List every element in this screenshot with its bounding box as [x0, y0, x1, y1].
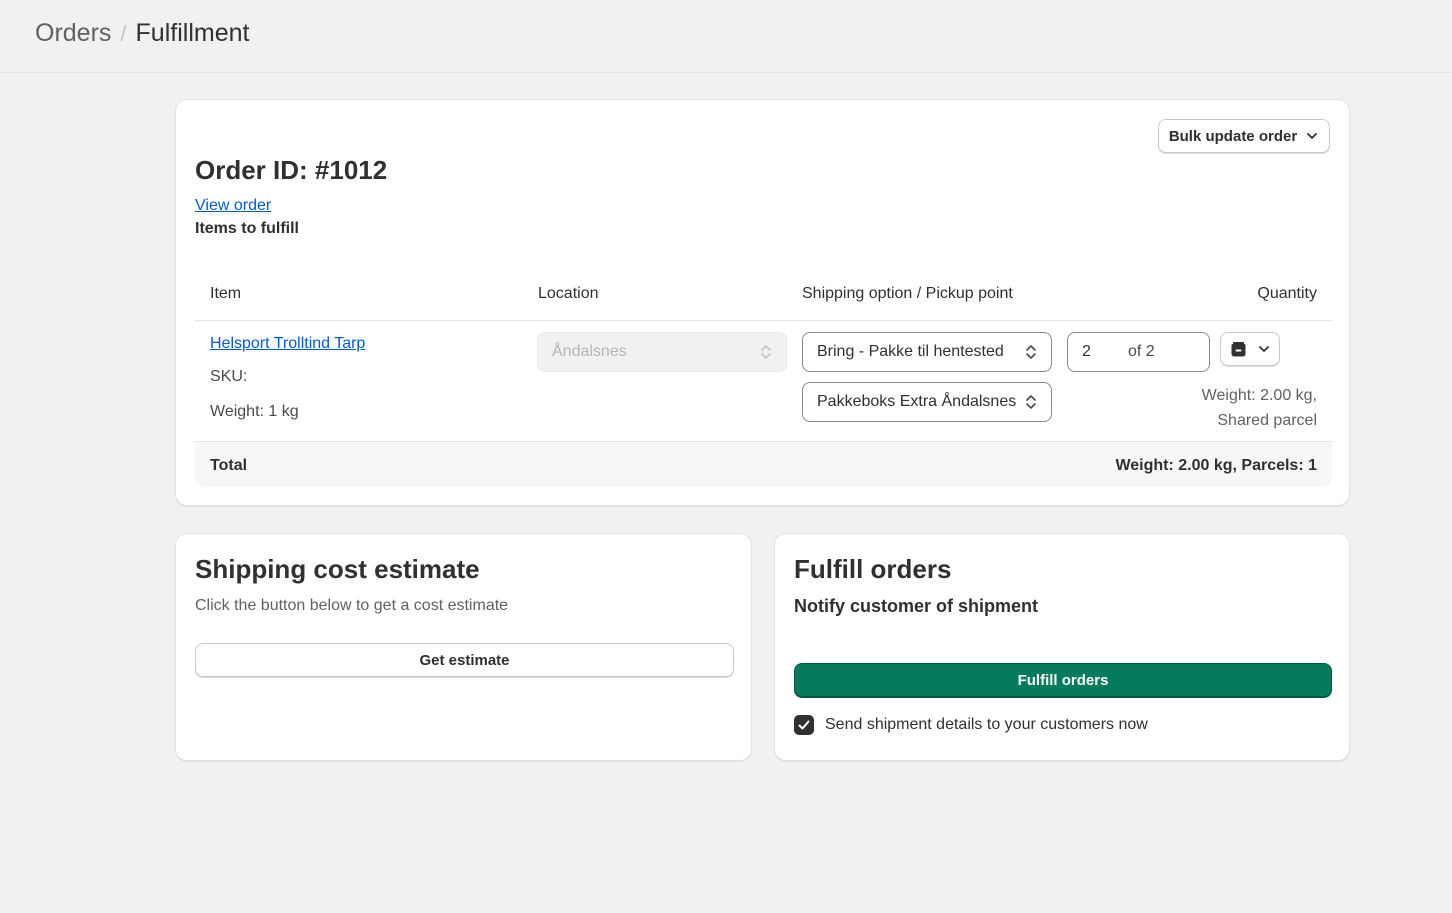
fulfill-orders-card: Fulfill orders Notify customer of shipme…: [774, 533, 1350, 761]
breadcrumb: Orders / Fulfillment: [35, 19, 249, 48]
parcel-type: Shared parcel: [1217, 412, 1317, 429]
items-table: Item Location Shipping option / Pickup p…: [195, 263, 1332, 487]
parcel-info: Weight: 2.00 kg, Shared parcel: [1202, 383, 1317, 433]
table-footer: Total Weight: 2.00 kg, Parcels: 1: [195, 442, 1332, 487]
fulfill-subtitle: Notify customer of shipment: [794, 596, 1039, 616]
total-label: Total: [210, 457, 248, 474]
column-header-shipping: Shipping option / Pickup point: [802, 285, 1013, 302]
fulfill-orders-button[interactable]: Fulfill orders: [794, 663, 1332, 698]
parcel-select-button[interactable]: [1220, 332, 1280, 366]
item-name-link[interactable]: Helsport Trolltind Tarp: [210, 335, 365, 353]
notify-checkbox[interactable]: [794, 715, 814, 735]
shipping-option-value: Bring - Pakke til hentested: [817, 343, 1004, 360]
chevron-down-icon: [1307, 133, 1318, 139]
chevron-down-icon: [1258, 346, 1269, 352]
column-header-location: Location: [538, 285, 599, 302]
notify-customer-row: Send shipment details to your customers …: [794, 715, 1148, 735]
item-sku: SKU:: [210, 368, 248, 385]
get-estimate-button[interactable]: Get estimate: [195, 643, 734, 677]
select-updown-icon: [761, 345, 771, 359]
page-title: Fulfillment: [135, 19, 250, 47]
top-bar: Orders / Fulfillment: [0, 0, 1452, 73]
select-updown-icon: [1026, 345, 1036, 359]
order-title: Order ID: #1012: [195, 155, 388, 185]
pickup-point-select[interactable]: Pakkeboks Extra Åndalsnes: [802, 382, 1052, 422]
parcel-weight: Weight: 2.00 kg,: [1201, 387, 1317, 404]
select-updown-icon: [1026, 395, 1036, 409]
shipping-option-select[interactable]: Bring - Pakke til hentested: [802, 332, 1052, 372]
total-value: Weight: 2.00 kg, Parcels: 1: [1115, 457, 1317, 474]
fulfill-title: Fulfill orders: [794, 554, 952, 584]
bulk-update-order-button[interactable]: Bulk update order: [1158, 119, 1330, 153]
quantity-total: of 2: [1128, 343, 1155, 360]
quantity-input[interactable]: [1082, 343, 1122, 361]
breadcrumb-orders[interactable]: Orders: [35, 19, 111, 48]
checkmark-icon: [798, 720, 810, 730]
column-header-item: Item: [210, 285, 242, 302]
table-header: Item Location Shipping option / Pickup p…: [195, 263, 1332, 321]
item-weight: Weight: 1 kg: [210, 403, 299, 420]
pickup-point-value: Pakkeboks Extra Åndalsnes: [817, 393, 1017, 410]
quantity-field: of 2: [1067, 332, 1210, 372]
shipping-estimate-card: Shipping cost estimate Click the button …: [175, 533, 752, 761]
order-card: Bulk update order Order ID: #1012 View o…: [175, 99, 1350, 506]
items-to-fulfill-heading: Items to fulfill: [195, 220, 299, 237]
location-select: Åndalsnes: [537, 332, 787, 372]
estimate-title: Shipping cost estimate: [195, 554, 480, 584]
estimate-description: Click the button below to get a cost est…: [195, 597, 509, 614]
view-order-link[interactable]: View order: [195, 197, 271, 215]
notify-checkbox-label: Send shipment details to your customers …: [825, 716, 1148, 733]
breadcrumb-separator: /: [120, 20, 127, 46]
bulk-update-label: Bulk update order: [1168, 127, 1298, 145]
column-header-quantity: Quantity: [1257, 285, 1317, 302]
table-row: Helsport Trolltind Tarp SKU: Weight: 1 k…: [195, 321, 1332, 442]
package-icon: [1231, 341, 1245, 356]
location-value: Åndalsnes: [552, 343, 627, 360]
